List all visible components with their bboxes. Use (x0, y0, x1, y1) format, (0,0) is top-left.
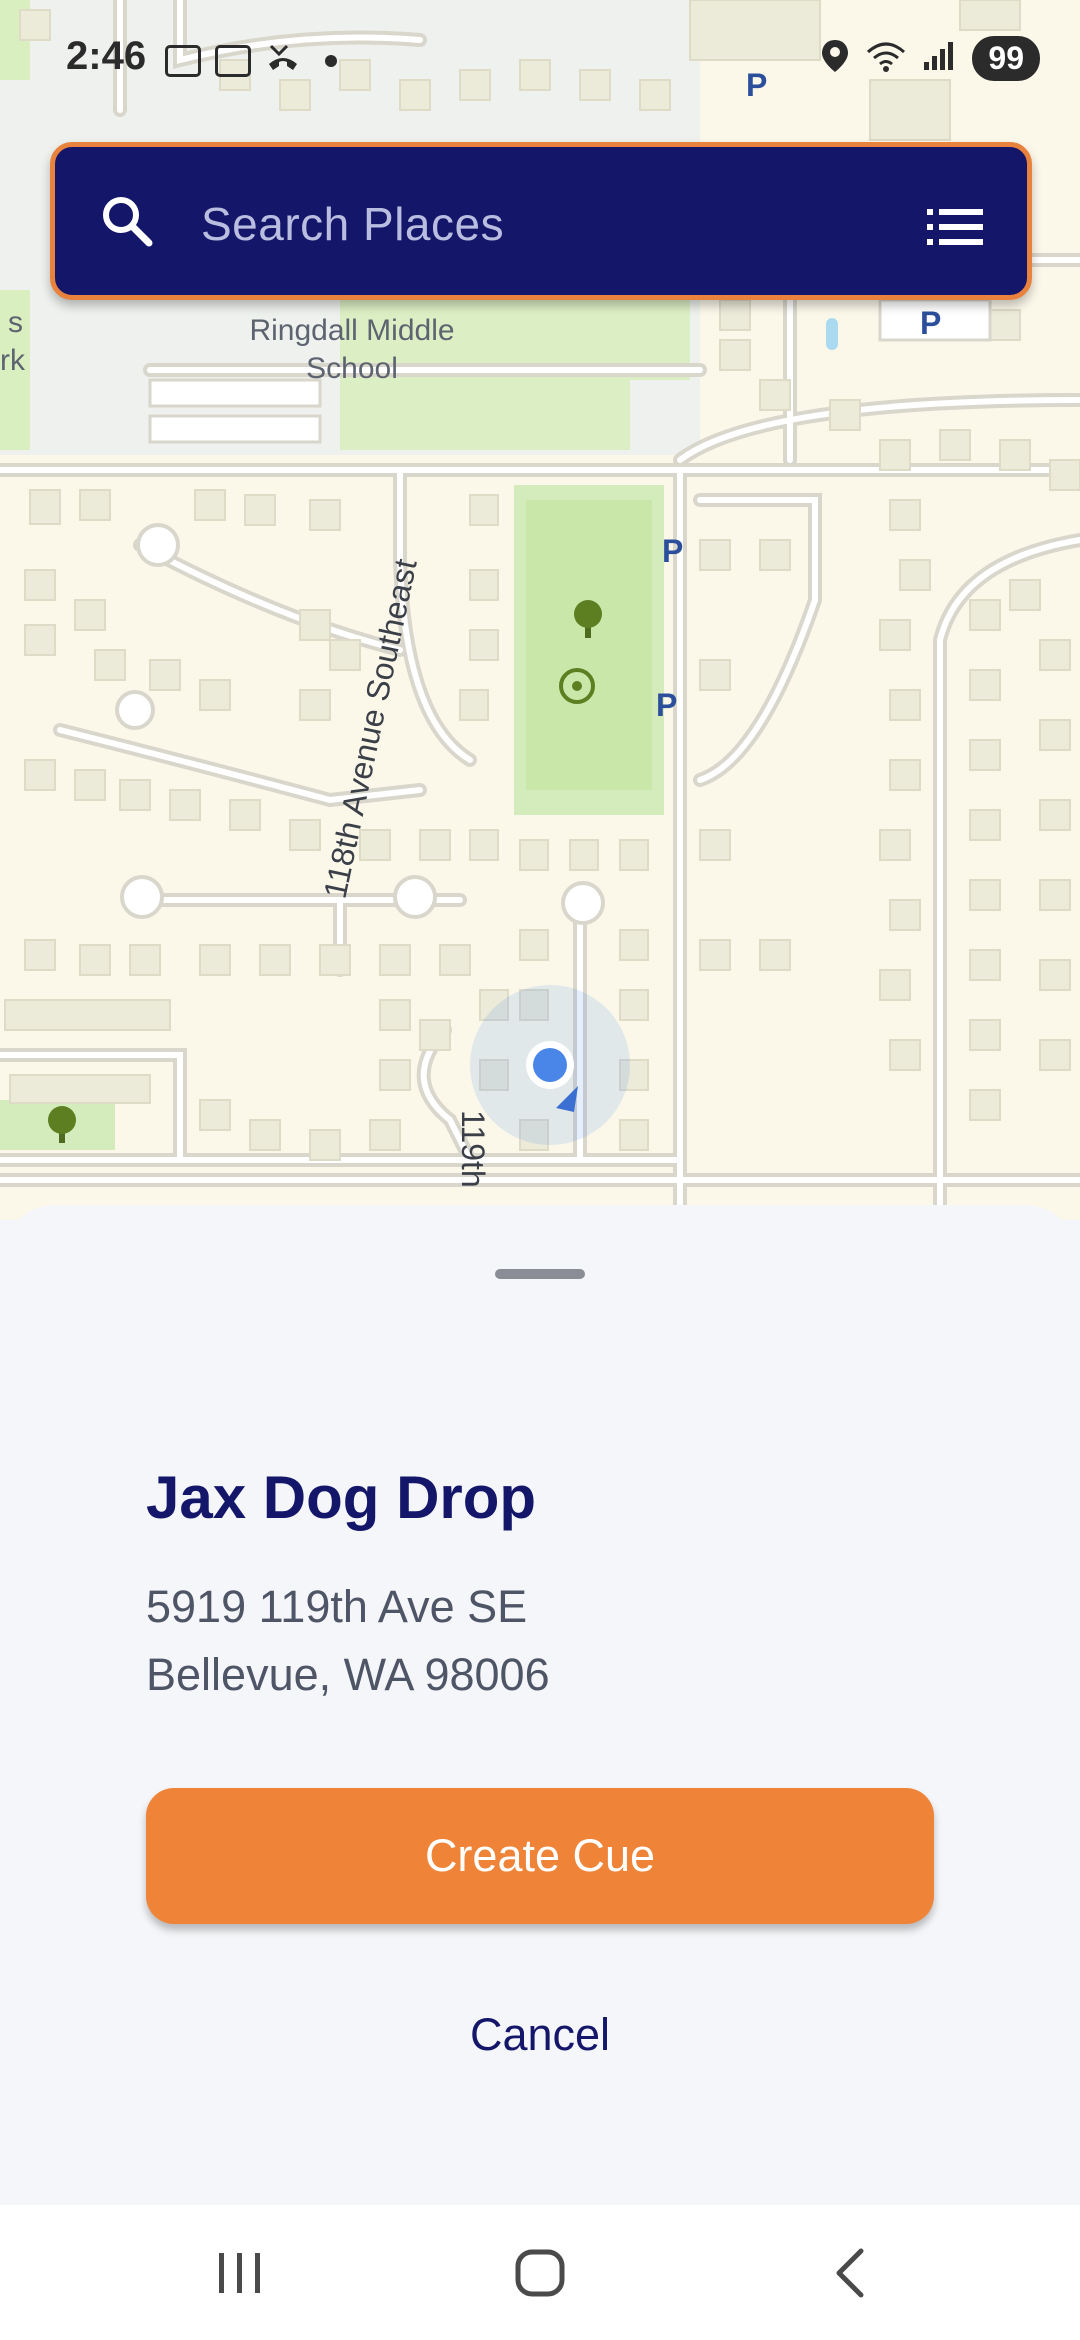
cancel-button[interactable]: Cancel (390, 1995, 690, 2075)
news-icon (215, 44, 251, 77)
search-bar[interactable]: Search Places (50, 142, 1032, 300)
recent-apps-icon[interactable] (213, 2205, 267, 2340)
more-notifications-dot (325, 54, 337, 67)
place-name: Jax Dog Drop (146, 1464, 537, 1531)
search-input[interactable]: Search Places (201, 197, 504, 251)
parking-label: P (662, 533, 683, 569)
status-time: 2:46 (66, 34, 147, 78)
create-cue-button[interactable]: Create Cue (146, 1788, 934, 1924)
home-icon[interactable] (513, 2205, 567, 2340)
place-address: 5919 119th Ave SE Bellevue, WA 98006 (146, 1573, 550, 1709)
address-line-1: 5919 119th Ave SE (146, 1581, 528, 1632)
street-label-119th: 119th (455, 1110, 491, 1188)
parking-label: P (920, 305, 941, 341)
location-icon (820, 38, 850, 79)
back-icon[interactable] (823, 2205, 877, 2340)
current-location-marker (470, 985, 630, 1145)
battery-badge: 99 (972, 36, 1040, 81)
system-icons: 99 (820, 36, 1040, 81)
notification-icons (165, 42, 337, 79)
sheet-drag-handle[interactable] (495, 1269, 585, 1279)
school-label-line2: School (306, 352, 398, 385)
parking-label: P (656, 687, 677, 723)
map-edge-label: rk (0, 344, 26, 377)
search-icon[interactable] (97, 191, 157, 251)
missed-call-icon (265, 42, 301, 79)
place-details-sheet: Jax Dog Drop 5919 119th Ave SE Bellevue,… (0, 1205, 1080, 2205)
screenshot-icon (165, 44, 201, 77)
system-navigation-bar (0, 2205, 1080, 2340)
list-view-icon[interactable] (927, 207, 983, 247)
status-bar: 2:46 99 (0, 0, 1080, 120)
signal-icon (922, 40, 956, 77)
map-edge-label: s (8, 306, 23, 339)
address-line-2: Bellevue, WA 98006 (146, 1649, 550, 1700)
school-label: Ringdall Middle (249, 314, 454, 347)
wifi-icon (866, 40, 906, 77)
